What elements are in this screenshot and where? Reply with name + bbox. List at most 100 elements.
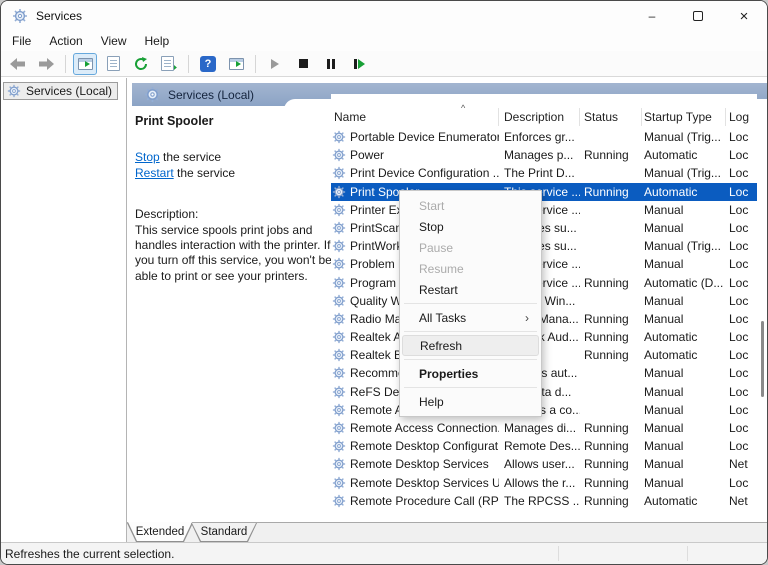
service-row[interactable]: Program Compatibility A... This service … bbox=[331, 274, 757, 292]
service-row[interactable]: PrintWorkflow User Servi... Provides su.… bbox=[331, 237, 757, 255]
service-row[interactable]: Remote Procedure Call (RPC) The RPCSS ..… bbox=[331, 492, 757, 510]
service-row[interactable]: Print Device Configuration ... The Print… bbox=[331, 164, 757, 182]
service-status-cell: Running bbox=[584, 310, 641, 328]
context-menu-item-help[interactable]: Help › bbox=[402, 391, 539, 412]
restart-service-button[interactable] bbox=[347, 53, 371, 75]
description-label: Description: bbox=[135, 207, 328, 221]
forward-button[interactable] bbox=[34, 53, 58, 75]
menu-help[interactable]: Help bbox=[136, 32, 179, 50]
column-header-log-on-as[interactable]: Log bbox=[729, 106, 761, 128]
column-header-description[interactable]: Description bbox=[504, 106, 580, 128]
stop-service-button[interactable] bbox=[291, 53, 315, 75]
context-menu-item-stop[interactable]: Stop › bbox=[402, 216, 539, 237]
service-row[interactable]: Remote Desktop Services U... Allows the … bbox=[331, 474, 757, 492]
service-row[interactable]: Radio Management Servi... Radio Mana... … bbox=[331, 310, 757, 328]
stop-service-line: Stop the service bbox=[135, 150, 328, 166]
show-action-pane-button[interactable] bbox=[224, 53, 248, 75]
context-menu-item-restart[interactable]: Restart › bbox=[402, 279, 539, 300]
refresh-button[interactable] bbox=[129, 53, 153, 75]
tab-extended[interactable]: Extended bbox=[127, 523, 193, 542]
service-row[interactable]: Realtek Bluetooth Device... Running Auto… bbox=[331, 346, 757, 364]
export-list-button[interactable] bbox=[157, 53, 181, 75]
vertical-scrollbar-thumb[interactable] bbox=[761, 321, 764, 397]
service-description-cell: Allows the r... bbox=[504, 474, 580, 492]
context-menu-item-refresh[interactable]: Refresh › bbox=[402, 335, 539, 356]
column-header-startup-type[interactable]: Startup Type bbox=[644, 106, 726, 128]
service-row[interactable]: Remote Access Connection... Manages di..… bbox=[331, 419, 757, 437]
service-log-on-as-cell: Loc bbox=[729, 419, 761, 437]
context-menu-item-label: Start bbox=[419, 199, 444, 213]
column-header-status[interactable]: Status bbox=[584, 106, 641, 128]
pause-service-button[interactable] bbox=[319, 53, 343, 75]
service-log-on-as-cell: Loc bbox=[729, 292, 761, 310]
service-status-cell: Running bbox=[584, 183, 641, 201]
service-startup-type-cell: Automatic bbox=[644, 346, 726, 364]
context-menu-item-resume[interactable]: Resume › bbox=[402, 258, 539, 279]
restart-service-line: Restart the service bbox=[135, 166, 328, 182]
context-menu-item-properties[interactable]: Properties › bbox=[402, 363, 539, 384]
tree-item-services-local[interactable]: Services (Local) bbox=[3, 82, 118, 100]
service-startup-type-cell: Automatic (D... bbox=[644, 274, 726, 292]
service-log-on-as-cell: Loc bbox=[729, 201, 761, 219]
selected-service-title: Print Spooler bbox=[135, 114, 328, 128]
context-menu-separator bbox=[404, 359, 537, 360]
maximize-button[interactable] bbox=[675, 1, 721, 31]
service-startup-type-cell: Manual bbox=[644, 437, 726, 455]
menu-action[interactable]: Action bbox=[40, 32, 91, 50]
service-gear-icon bbox=[12, 8, 28, 24]
restart-service-link[interactable]: Restart bbox=[135, 166, 174, 180]
title-bar[interactable]: Services – × bbox=[1, 1, 767, 31]
column-divider[interactable] bbox=[498, 108, 499, 126]
services-window: Services – × File Action View Help bbox=[0, 0, 768, 565]
start-service-button[interactable] bbox=[263, 53, 287, 75]
service-startup-type-cell: Automatic bbox=[644, 328, 726, 346]
service-status-cell: Running bbox=[584, 146, 641, 164]
service-row[interactable]: Remote Access Auto Con... Creates a co..… bbox=[331, 401, 757, 419]
context-menu-item-label: Pause bbox=[419, 241, 453, 255]
context-menu-item-label: Resume bbox=[419, 262, 464, 276]
service-row[interactable]: Quality Windows Audio V... Quality Win..… bbox=[331, 292, 757, 310]
service-status-cell: Running bbox=[584, 419, 641, 437]
service-row[interactable]: Problem Reports Control... This service … bbox=[331, 255, 757, 273]
tab-standard[interactable]: Standard bbox=[191, 523, 257, 542]
service-log-on-as-cell: Loc bbox=[729, 437, 761, 455]
service-row[interactable]: Printer Extensions and No... This servic… bbox=[331, 201, 757, 219]
help-button[interactable]: ? bbox=[196, 53, 220, 75]
service-row[interactable]: ReFS Dedup Service The data d... Manual … bbox=[331, 383, 757, 401]
service-row[interactable]: Print Spooler This service ... Running A… bbox=[331, 183, 757, 201]
menu-view[interactable]: View bbox=[92, 32, 136, 50]
service-row[interactable]: Power Manages p... Running Automatic Loc bbox=[331, 146, 757, 164]
column-divider[interactable] bbox=[641, 108, 642, 126]
service-row[interactable]: Portable Device Enumerator... Enforces g… bbox=[331, 128, 757, 146]
minimize-button[interactable]: – bbox=[629, 1, 675, 31]
column-divider[interactable] bbox=[579, 108, 580, 126]
context-menu: Start › Stop › Pause › Resume › Restart … bbox=[399, 190, 542, 417]
stop-service-link[interactable]: Stop bbox=[135, 150, 160, 164]
service-status-cell bbox=[584, 383, 641, 401]
service-description-cell: Manages di... bbox=[504, 419, 580, 437]
context-menu-item-start[interactable]: Start › bbox=[402, 195, 539, 216]
context-menu-item-all-tasks[interactable]: All Tasks › bbox=[402, 307, 539, 328]
back-button[interactable] bbox=[6, 53, 30, 75]
gear-slot bbox=[144, 86, 161, 103]
services-list: Name ^ Description Status Startup Type L… bbox=[331, 94, 757, 542]
service-startup-type-cell: Automatic bbox=[644, 146, 726, 164]
menu-file[interactable]: File bbox=[3, 32, 40, 50]
close-button[interactable]: × bbox=[721, 1, 767, 31]
service-log-on-as-cell: Loc bbox=[729, 128, 761, 146]
service-row[interactable]: PrintScanBrokerService Provides su... Ma… bbox=[331, 219, 757, 237]
status-text: Refreshes the current selection. bbox=[5, 547, 174, 561]
context-menu-item-pause[interactable]: Pause › bbox=[402, 237, 539, 258]
service-row[interactable]: Recommended Troublesh... Enables aut... … bbox=[331, 364, 757, 382]
maximize-icon bbox=[693, 11, 703, 21]
service-row[interactable]: Remote Desktop Configurat... Remote Des.… bbox=[331, 437, 757, 455]
properties-button[interactable] bbox=[101, 53, 125, 75]
column-header-name[interactable]: Name bbox=[331, 106, 499, 128]
service-log-on-as-cell: Loc bbox=[729, 255, 761, 273]
service-startup-type-cell: Manual bbox=[644, 364, 726, 382]
service-status-cell bbox=[584, 164, 641, 182]
column-divider[interactable] bbox=[725, 108, 726, 126]
service-row[interactable]: Remote Desktop Services Allows user... R… bbox=[331, 455, 757, 473]
show-console-tree-button[interactable] bbox=[73, 53, 97, 75]
service-row[interactable]: Realtek Audio Universal S... Realtek Aud… bbox=[331, 328, 757, 346]
